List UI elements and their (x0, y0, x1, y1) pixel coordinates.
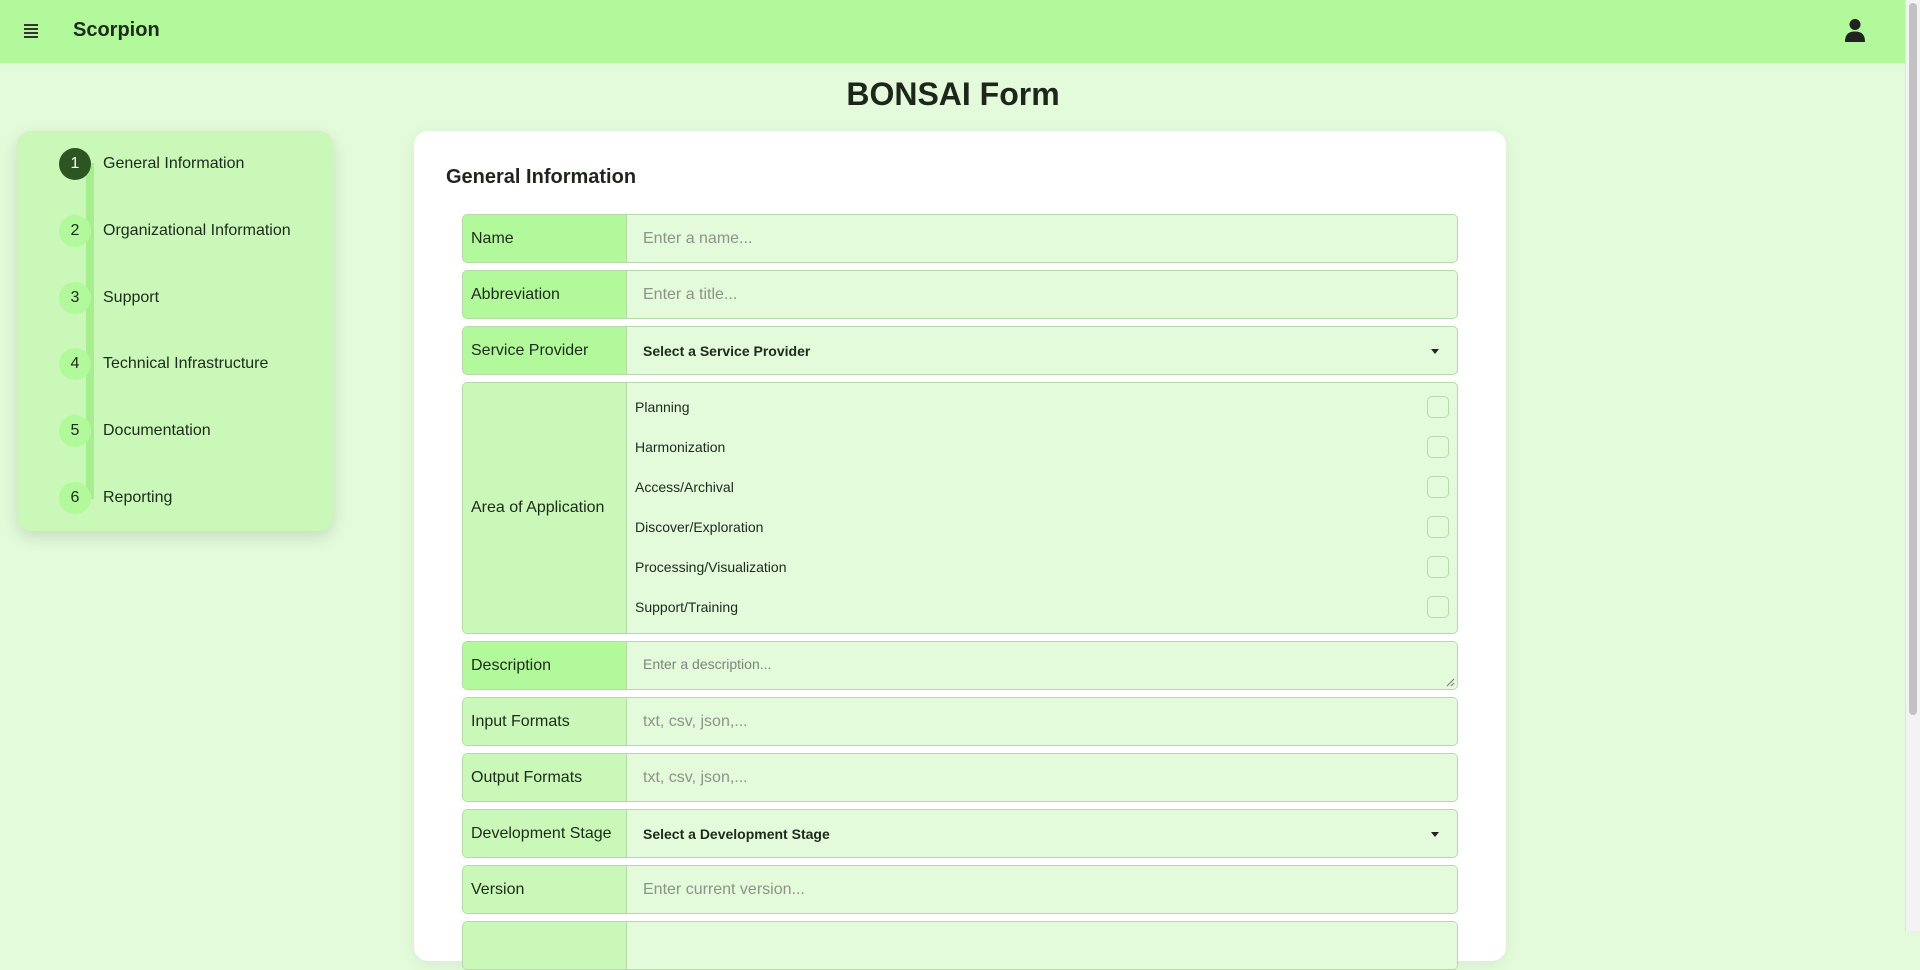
section-title: General Information (446, 166, 637, 188)
step-label: Support (103, 289, 160, 306)
option-access-archival: Access/Archival (627, 467, 1457, 507)
step-label: Documentation (103, 422, 211, 439)
description-field: Description (462, 641, 1458, 690)
option-label: Harmonization (635, 439, 726, 455)
step-reporting[interactable]: 6 Reporting (17, 478, 333, 518)
next-field-label (463, 922, 627, 969)
version-label: Version (463, 866, 627, 913)
processing-visualization-checkbox[interactable] (1427, 556, 1449, 578)
planning-checkbox[interactable] (1427, 396, 1449, 418)
abbreviation-input[interactable] (627, 271, 1457, 318)
name-field: Name (462, 214, 1458, 263)
resize-grip-icon[interactable] (1445, 677, 1455, 687)
name-input[interactable] (627, 215, 1457, 262)
next-field (462, 921, 1458, 970)
input-formats-label: Input Formats (463, 698, 627, 745)
output-formats-label: Output Formats (463, 754, 627, 801)
page-scrollbar[interactable] (1905, 0, 1920, 931)
abbreviation-field: Abbreviation (462, 270, 1458, 319)
next-field-input[interactable] (627, 922, 1457, 969)
app-title: Scorpion (73, 19, 160, 41)
step-label: General Information (103, 155, 245, 172)
step-support[interactable]: 3 Support (17, 278, 333, 318)
page-title: BONSAI Form (846, 76, 1060, 112)
area-of-application-options: Planning Harmonization Access/Archival D… (627, 383, 1457, 633)
option-label: Access/Archival (635, 479, 734, 495)
version-input[interactable] (627, 866, 1457, 913)
caret-down-icon (1431, 348, 1439, 354)
hamburger-menu-icon[interactable] (24, 24, 38, 38)
caret-down-icon (1431, 831, 1439, 837)
form-card: General Information Name Abbreviation Se… (414, 131, 1506, 970)
service-provider-select[interactable]: Select a Service Provider (627, 327, 1457, 374)
version-field: Version (462, 865, 1458, 914)
user-account-icon[interactable] (1844, 18, 1866, 42)
input-formats-input[interactable] (627, 698, 1457, 745)
development-stage-selected: Select a Development Stage (643, 825, 830, 842)
development-stage-select[interactable]: Select a Development Stage (627, 810, 1457, 857)
scrollbar-thumb[interactable] (1909, 3, 1917, 715)
option-processing-visualization: Processing/Visualization (627, 547, 1457, 587)
top-app-bar: Scorpion (0, 0, 1906, 63)
step-number: 1 (59, 148, 91, 180)
step-documentation[interactable]: 5 Documentation (17, 411, 333, 451)
service-provider-selected: Select a Service Provider (643, 342, 811, 359)
option-planning: Planning (627, 387, 1457, 427)
option-label: Planning (635, 399, 690, 415)
development-stage-field: Development Stage Select a Development S… (462, 809, 1458, 858)
description-wrapper (627, 642, 1457, 689)
step-technical-infrastructure[interactable]: 4 Technical Infrastructure (17, 344, 333, 384)
option-label: Discover/Exploration (635, 519, 764, 535)
step-number: 4 (59, 348, 91, 380)
step-label: Organizational Information (103, 222, 291, 239)
abbreviation-label: Abbreviation (463, 271, 627, 318)
name-label: Name (463, 215, 627, 262)
support-training-checkbox[interactable] (1427, 596, 1449, 618)
area-of-application-label: Area of Application (463, 383, 627, 633)
service-provider-label: Service Provider (463, 327, 627, 374)
input-formats-field: Input Formats (462, 697, 1458, 746)
step-number: 6 (59, 482, 91, 514)
access-archival-checkbox[interactable] (1427, 476, 1449, 498)
step-number: 5 (59, 415, 91, 447)
option-support-training: Support/Training (627, 587, 1457, 627)
description-textarea[interactable] (627, 642, 1457, 689)
step-organizational-information[interactable]: 2 Organizational Information (17, 211, 333, 251)
step-general-information[interactable]: 1 General Information (17, 144, 333, 184)
description-label: Description (463, 642, 627, 689)
area-of-application-field: Area of Application Planning Harmonizati… (462, 382, 1458, 634)
option-label: Processing/Visualization (635, 559, 787, 575)
harmonization-checkbox[interactable] (1427, 436, 1449, 458)
option-label: Support/Training (635, 599, 738, 615)
option-discover-exploration: Discover/Exploration (627, 507, 1457, 547)
step-label: Reporting (103, 489, 173, 506)
output-formats-field: Output Formats (462, 753, 1458, 802)
output-formats-input[interactable] (627, 754, 1457, 801)
discover-exploration-checkbox[interactable] (1427, 516, 1449, 538)
development-stage-label: Development Stage (463, 810, 627, 857)
form-stepper: 1 General Information 2 Organizational I… (17, 131, 333, 531)
option-harmonization: Harmonization (627, 427, 1457, 467)
service-provider-field: Service Provider Select a Service Provid… (462, 326, 1458, 375)
step-number: 3 (59, 282, 91, 314)
step-label: Technical Infrastructure (103, 355, 269, 372)
step-number: 2 (59, 215, 91, 247)
